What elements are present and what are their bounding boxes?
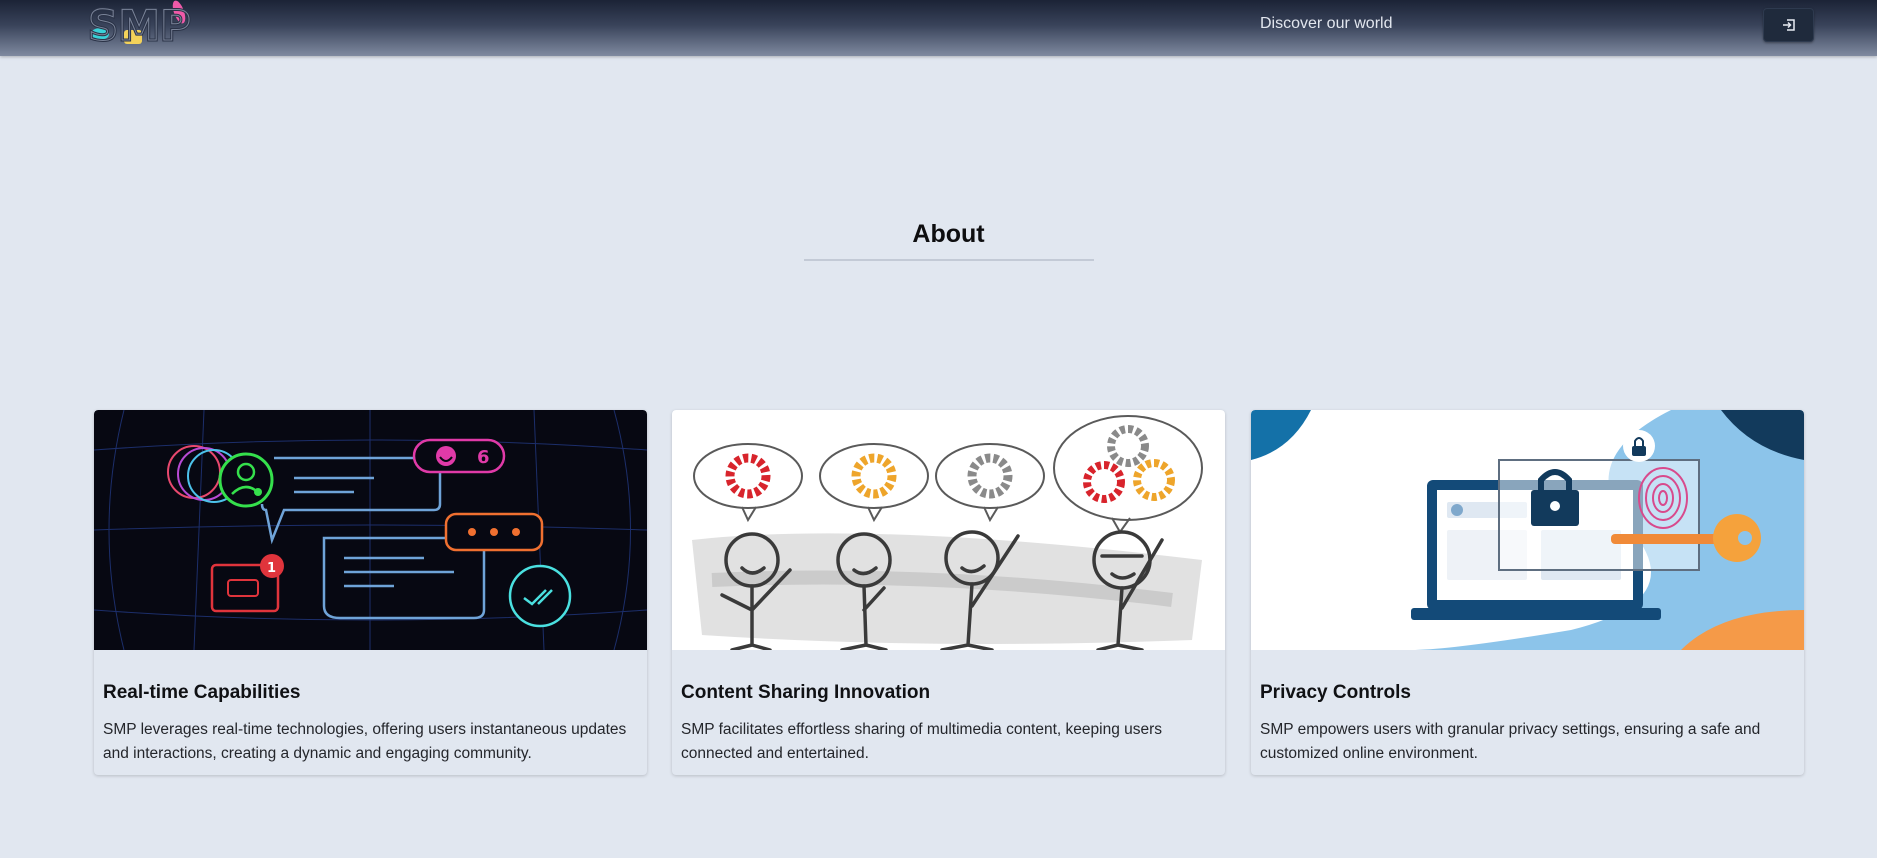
login-icon bbox=[1782, 19, 1795, 31]
card-title: Content Sharing Innovation bbox=[681, 682, 931, 703]
card-description: SMP facilitates effortless sharing of mu… bbox=[681, 721, 1163, 762]
card-description: SMP leverages real-time technologies, of… bbox=[103, 721, 627, 762]
svg-text:SMP: SMP bbox=[88, 1, 191, 48]
card-content-sharing: Content Sharing Innovation SMP facilitat… bbox=[672, 410, 1225, 775]
smp-logo[interactable]: SMP SMP bbox=[86, 0, 193, 52]
login-button[interactable] bbox=[1763, 8, 1814, 42]
reaction-count: 6 bbox=[477, 447, 490, 468]
card-realtime: 6 1 Real-time Capabilities SMP leverages… bbox=[94, 410, 647, 775]
discover-link[interactable]: Discover our world bbox=[1260, 14, 1392, 34]
top-navbar: SMP SMP Discover our world bbox=[0, 0, 1877, 56]
card-title: Real-time Capabilities bbox=[103, 682, 301, 703]
heading-underline bbox=[804, 259, 1094, 261]
content-sharing-illustration bbox=[672, 410, 1225, 650]
card-title: Privacy Controls bbox=[1260, 682, 1411, 703]
card-privacy: Privacy Controls SMP empowers users with… bbox=[1251, 410, 1804, 775]
privacy-illustration bbox=[1251, 410, 1804, 650]
about-heading: About bbox=[912, 220, 985, 248]
realtime-illustration: 6 1 bbox=[94, 410, 647, 650]
notification-count: 1 bbox=[267, 561, 276, 576]
card-description: SMP empowers users with granular privacy… bbox=[1260, 721, 1761, 762]
